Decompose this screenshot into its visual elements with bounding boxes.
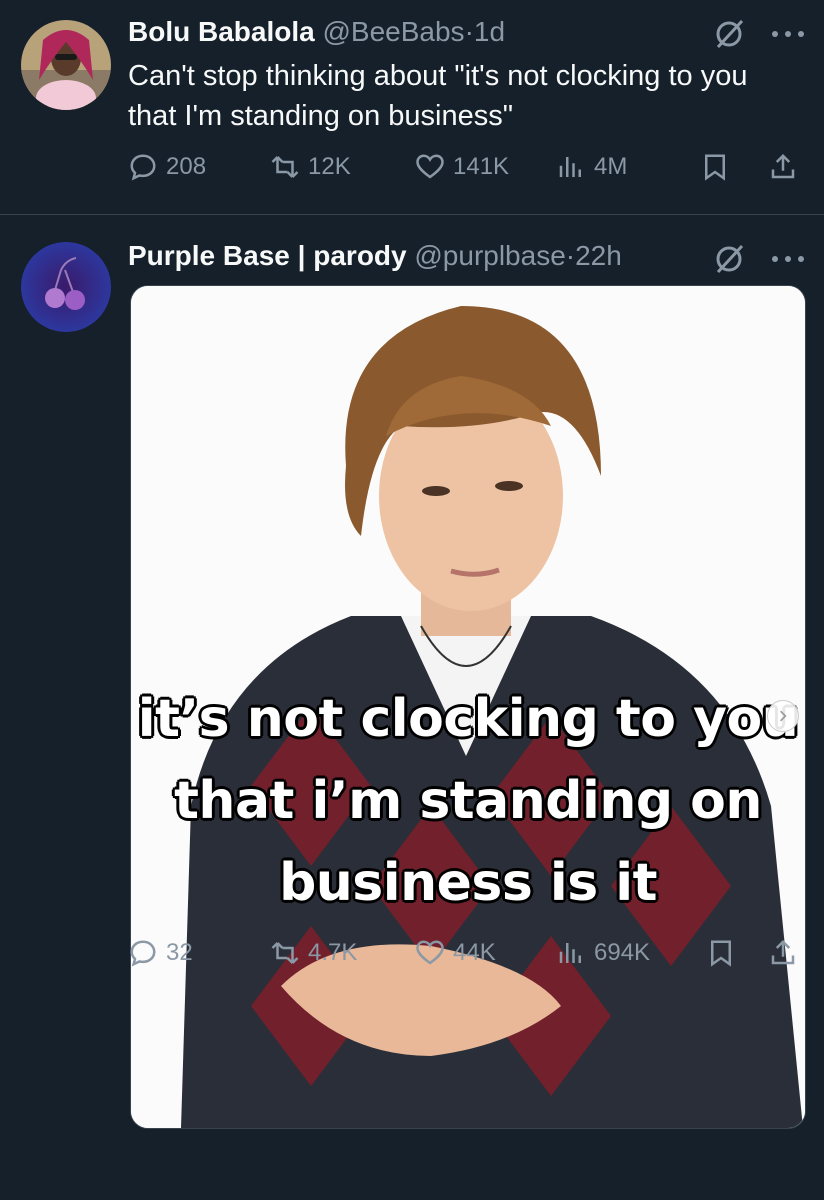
author-name[interactable]: Bolu Babalola bbox=[128, 16, 315, 47]
author-handle[interactable]: @purplbase bbox=[414, 240, 565, 271]
view-count: 4M bbox=[594, 153, 628, 180]
reply-icon bbox=[130, 940, 156, 967]
action-bar: 32 4.7K 44K 694K bbox=[128, 933, 808, 973]
like-button[interactable]: 44K bbox=[415, 933, 496, 973]
reply-button[interactable]: 32 bbox=[128, 933, 193, 973]
separator: · bbox=[565, 240, 576, 271]
like-icon bbox=[416, 154, 444, 179]
retweet-icon bbox=[271, 156, 299, 178]
tweet-media-image[interactable]: it’s not clocking to you that i’m standi… bbox=[130, 285, 806, 1129]
reply-count: 208 bbox=[166, 153, 207, 180]
bookmark-icon bbox=[705, 154, 725, 181]
views-icon bbox=[559, 157, 581, 177]
share-button[interactable] bbox=[768, 147, 806, 187]
grok-icon[interactable] bbox=[712, 242, 746, 276]
like-count: 141K bbox=[453, 153, 510, 180]
reply-count: 32 bbox=[166, 939, 193, 966]
bookmark-icon bbox=[711, 940, 731, 967]
like-button[interactable]: 141K bbox=[415, 147, 509, 187]
chevron-right-icon bbox=[780, 710, 787, 722]
bookmark-button[interactable] bbox=[706, 933, 744, 973]
like-icon bbox=[416, 940, 444, 965]
retweet-count: 12K bbox=[308, 153, 351, 180]
tweet[interactable]: Bolu Babalola @BeeBabs·1d Can't stop thi… bbox=[0, 0, 824, 215]
tweet-header: Bolu Babalola @BeeBabs·1d bbox=[128, 15, 505, 49]
share-icon bbox=[771, 939, 795, 965]
retweet-icon bbox=[271, 942, 299, 964]
views-icon bbox=[559, 943, 581, 963]
view-count: 694K bbox=[594, 939, 651, 966]
more-icon[interactable] bbox=[768, 249, 808, 269]
share-icon bbox=[771, 153, 795, 179]
media-next-button[interactable] bbox=[767, 700, 799, 732]
tweet-header: Purple Base | parody @purplbase·22h bbox=[128, 239, 622, 273]
views-button[interactable]: 4M bbox=[556, 147, 627, 187]
retweet-count: 4.7K bbox=[308, 939, 358, 966]
like-count: 44K bbox=[453, 939, 496, 966]
views-button[interactable]: 694K bbox=[556, 933, 650, 973]
author-name[interactable]: Purple Base | parody bbox=[128, 240, 407, 271]
tweet[interactable]: Purple Base | parody @purplbase·22h it’s… bbox=[0, 215, 824, 1200]
timestamp[interactable]: 1d bbox=[474, 16, 505, 47]
share-button[interactable] bbox=[768, 933, 806, 973]
bookmark-button[interactable] bbox=[700, 147, 738, 187]
retweet-button[interactable]: 12K bbox=[270, 147, 351, 187]
grok-icon[interactable] bbox=[712, 17, 746, 51]
timestamp[interactable]: 22h bbox=[575, 240, 622, 271]
separator: · bbox=[464, 16, 474, 47]
avatar[interactable] bbox=[21, 20, 111, 110]
author-handle[interactable]: @BeeBabs bbox=[322, 16, 464, 47]
retweet-button[interactable]: 4.7K bbox=[270, 933, 357, 973]
action-bar: 208 12K 141K 4M bbox=[128, 147, 808, 187]
tweet-text: Can't stop thinking about "it's not cloc… bbox=[128, 60, 748, 132]
media-caption: it’s not clocking to you that i’m standi… bbox=[137, 689, 799, 913]
avatar[interactable] bbox=[21, 242, 111, 332]
reply-button[interactable]: 208 bbox=[128, 147, 206, 187]
more-icon[interactable] bbox=[768, 24, 808, 44]
reply-icon bbox=[130, 154, 156, 181]
